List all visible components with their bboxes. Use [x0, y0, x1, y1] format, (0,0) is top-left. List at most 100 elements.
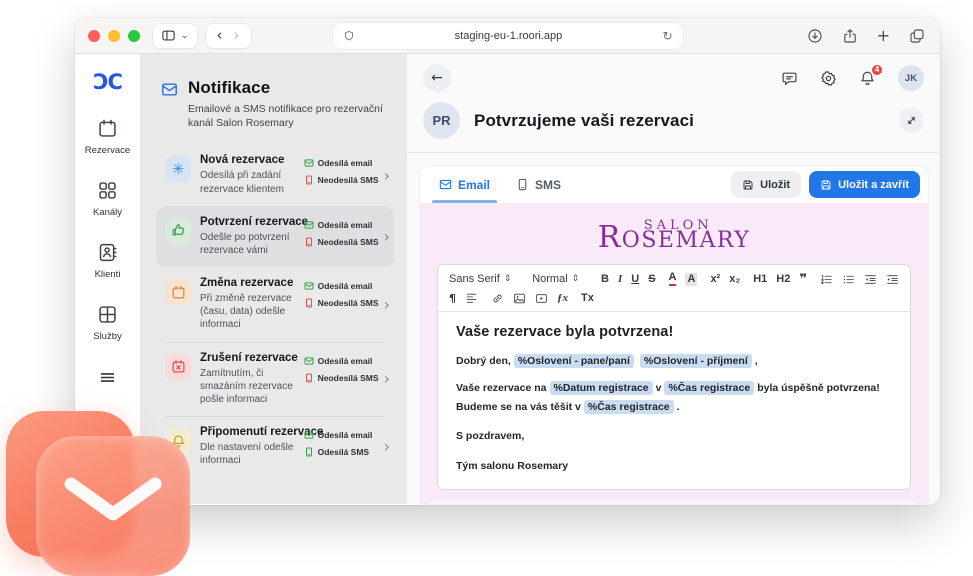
support-chat-icon[interactable]	[781, 70, 798, 87]
video-button[interactable]	[535, 292, 548, 305]
notification-item-zmena-rezervace[interactable]: Změna rezervace Při změně rezervace (čas…	[156, 267, 394, 342]
grid-icon	[97, 180, 118, 201]
chevron-right-icon: ›	[384, 369, 390, 388]
heading2-button[interactable]: H2	[776, 274, 790, 285]
email-footer: Salon Rosemary	[428, 501, 920, 504]
underline-button[interactable]: U	[631, 274, 639, 285]
salon-brand-logo: SALON ROSEMARY	[598, 219, 751, 252]
refresh-icon[interactable]: ↻	[662, 29, 672, 43]
tab-overview-icon[interactable]	[909, 28, 925, 44]
tab-bar: Email SMS Uložit Uložit a zavřít	[420, 166, 928, 203]
forward-nav-button[interactable]: ›	[231, 28, 243, 43]
text-color-button[interactable]: A	[669, 272, 677, 286]
notification-desc: Při změně rezervace (času, data) odešle …	[200, 292, 312, 332]
close-window-button[interactable]	[88, 30, 100, 42]
sidebar-item-klienti[interactable]: Klienti	[95, 242, 121, 280]
menu-button[interactable]	[98, 368, 117, 387]
sidebar-item-sluzby[interactable]: Služby	[93, 304, 122, 342]
image-button[interactable]	[513, 292, 526, 305]
tab-email[interactable]: Email	[426, 166, 503, 203]
address-bar[interactable]: staging-eu-1.roori.app ↻	[333, 23, 683, 49]
notification-desc: Odesílá při zadání rezervace klientem	[200, 169, 312, 195]
zoom-window-button[interactable]	[128, 30, 140, 42]
email-body[interactable]: Vaše rezervace byla potvrzena! Dobrý den…	[438, 312, 910, 489]
email-status-label: Odesílá email	[318, 430, 373, 440]
highlight-color-button[interactable]: A	[685, 273, 697, 286]
email-main-text: Vaše rezervace na%Datum registracev%Čas …	[456, 379, 892, 416]
email-signature: Tým salonu Rosemary	[456, 457, 892, 475]
traffic-lights	[88, 30, 140, 42]
expand-button[interactable]	[899, 108, 924, 133]
notifications-bell-icon[interactable]: 4	[859, 70, 876, 87]
sms-status-label: Neodesílá SMS	[318, 373, 379, 383]
notification-item-pripomenuti-rezervace[interactable]: Připomenutí rezervace Dle nastavení odeš…	[156, 416, 394, 477]
sidebar-item-label: Rezervace	[85, 145, 130, 156]
bold-button[interactable]: B	[601, 274, 609, 285]
placeholder-chip-time[interactable]: %Čas registrace	[664, 381, 754, 395]
contacts-icon	[97, 242, 118, 263]
envelope-icon	[36, 436, 190, 576]
share-icon[interactable]	[842, 28, 858, 44]
placeholder-chip-time[interactable]: %Čas registrace	[584, 400, 674, 414]
minimize-window-button[interactable]	[108, 30, 120, 42]
chevron-right-icon: ›	[384, 295, 390, 314]
font-picker[interactable]: Sans Serif⇕	[449, 273, 519, 285]
rich-text-editor[interactable]: Sans Serif⇕ Normal⇕ B I U S A	[437, 264, 911, 490]
ordered-list-button[interactable]	[820, 273, 833, 286]
email-tab-icon	[439, 178, 452, 191]
placeholder-chip-salutation[interactable]: %Oslovení - pane/paní	[514, 354, 634, 368]
new-tab-button[interactable]: +	[877, 26, 890, 45]
size-picker[interactable]: Normal⇕	[532, 273, 588, 285]
superscript-button[interactable]: x²	[710, 274, 720, 285]
record-avatar: PR	[423, 102, 460, 139]
site-privacy-icon	[343, 30, 355, 42]
save-close-button[interactable]: Uložit a zavřít	[809, 171, 920, 198]
main-content: ← 4 JK PR Potvrzujeme vaši rezervaci	[407, 54, 940, 504]
clear-formatting-button[interactable]: Tx	[581, 293, 594, 304]
hamburger-icon	[98, 368, 117, 387]
bullet-list-button[interactable]	[842, 273, 855, 286]
notification-item-potvrzeni-rezervace[interactable]: Potvrzení rezervace Odešle po potvrzení …	[156, 206, 394, 267]
email-status-icon	[304, 430, 314, 440]
formula-button[interactable]: ƒx	[557, 293, 568, 304]
downloads-icon[interactable]	[807, 28, 823, 44]
mail-icon	[161, 81, 178, 100]
placeholder-chip-date[interactable]: %Datum registrace	[550, 381, 653, 395]
sms-status-label: Neodesílá SMS	[318, 298, 379, 308]
asterisk-icon: ✳	[165, 156, 191, 182]
blockquote-button[interactable]: ❞	[799, 273, 807, 286]
settings-gear-icon[interactable]	[820, 70, 837, 87]
sidebar-panel-icon	[161, 28, 176, 43]
sidebar-item-kanaly[interactable]: Kanály	[93, 180, 122, 218]
user-avatar[interactable]: JK	[898, 65, 924, 91]
panel-subtitle: Emailové a SMS notifikace pro rezervační…	[188, 102, 394, 130]
sidebar-item-label: Klienti	[95, 269, 121, 280]
heading1-button[interactable]: H1	[753, 274, 767, 285]
tab-sms[interactable]: SMS	[503, 166, 574, 203]
sms-tab-icon	[516, 178, 529, 191]
email-preview: SALON ROSEMARY Sans Serif⇕ Normal⇕ B I	[420, 203, 928, 504]
align-button[interactable]	[465, 292, 478, 305]
outdent-button[interactable]	[864, 273, 877, 286]
text-direction-button[interactable]: ¶	[449, 293, 456, 304]
picker-arrows-icon: ⇕	[572, 274, 580, 284]
sidebar-toggle-button[interactable]: ⌄	[153, 24, 197, 48]
link-button[interactable]	[491, 292, 504, 305]
notification-item-zruseni-rezervace[interactable]: Zrušení rezervace Zamítnutím, či smazání…	[156, 342, 394, 417]
notification-desc: Odešle po potvrzení rezervace vámi	[200, 231, 312, 257]
save-icon	[742, 179, 754, 191]
back-button[interactable]: ←	[423, 64, 451, 92]
back-nav-button[interactable]: ‹	[214, 28, 226, 43]
notification-badge: 4	[870, 63, 884, 77]
save-button[interactable]: Uložit	[731, 171, 801, 198]
notification-item-nova-rezervace[interactable]: ✳ Nová rezervace Odesílá při zadání reze…	[156, 144, 394, 205]
indent-button[interactable]	[886, 273, 899, 286]
page-title: Potvrzujeme vaši rezervaci	[474, 111, 694, 131]
sidebar-item-rezervace[interactable]: Rezervace	[85, 118, 130, 156]
italic-button[interactable]: I	[618, 274, 622, 285]
email-status-icon	[304, 356, 314, 366]
placeholder-chip-lastname[interactable]: %Oslovení - příjmení	[640, 354, 752, 368]
strikethrough-button[interactable]: S	[648, 274, 655, 285]
subscript-button[interactable]: x₂	[729, 274, 740, 285]
app-logo[interactable]: ƆC	[93, 70, 122, 94]
